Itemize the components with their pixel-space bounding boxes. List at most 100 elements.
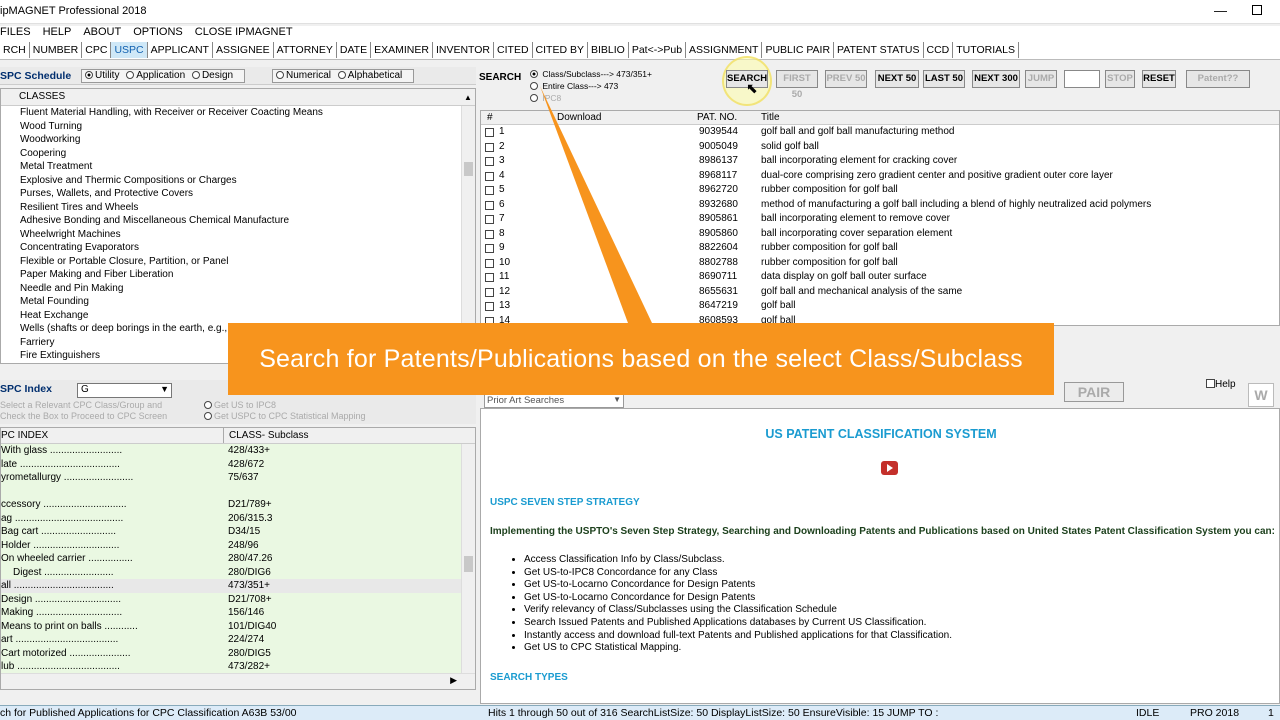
- index-row[interactable]: ag .....................................…: [1, 511, 475, 525]
- class-row[interactable]: Purses, Wallets, and Protective Covers: [1, 187, 475, 201]
- menu-about[interactable]: ABOUT: [83, 26, 121, 38]
- row-title[interactable]: rubber composition for golf ball: [761, 241, 898, 256]
- index-row[interactable]: Cart motorized ...................... 280…: [1, 646, 475, 660]
- row-patno[interactable]: 8905861: [699, 212, 738, 227]
- row-title[interactable]: ball incorporating element to remove cov…: [761, 212, 950, 227]
- class-row[interactable]: Heat Exchange: [1, 309, 475, 323]
- tab-attorney[interactable]: ATTORNEY: [274, 42, 337, 58]
- index-scrollbar[interactable]: [461, 444, 475, 673]
- row-title[interactable]: solid golf ball: [761, 140, 819, 155]
- tab-number[interactable]: NUMBER: [30, 42, 83, 58]
- index-row[interactable]: Means to print on balls ............ 101/…: [1, 619, 475, 633]
- class-row[interactable]: Explosive and Thermic Compositions or Ch…: [1, 174, 475, 188]
- row-checkbox[interactable]: [485, 171, 494, 181]
- row-title[interactable]: golf ball and golf ball manufacturing me…: [761, 125, 954, 140]
- row-checkbox[interactable]: [485, 287, 494, 297]
- class-row[interactable]: Wheelwright Machines: [1, 228, 475, 242]
- radio-uspc-cpc[interactable]: Get USPC to CPC Statistical Mapping: [204, 411, 366, 422]
- class-row[interactable]: Concentrating Evaporators: [1, 241, 475, 255]
- row-checkbox[interactable]: [485, 128, 494, 137]
- row-checkbox[interactable]: [485, 258, 494, 268]
- pair-button[interactable]: PAIR: [1064, 382, 1124, 402]
- row-title[interactable]: golf ball and mechanical analysis of the…: [761, 285, 962, 300]
- row-checkbox[interactable]: [485, 244, 494, 253]
- scroll-right-icon[interactable]: ▶: [450, 675, 457, 686]
- class-row[interactable]: Flexible or Portable Closure, Partition,…: [1, 255, 475, 269]
- radio-class-subclass[interactable]: Class/Subclass---> 473/351+: [530, 68, 652, 80]
- next-300-button[interactable]: NEXT 300: [972, 70, 1020, 88]
- row-patno[interactable]: 8968117: [699, 169, 737, 184]
- help-checkbox[interactable]: Help: [1206, 379, 1236, 390]
- row-checkbox[interactable]: [485, 200, 494, 210]
- index-row[interactable]: late ...................................…: [1, 457, 475, 471]
- row-patno[interactable]: 8932680: [699, 198, 738, 213]
- row-patno[interactable]: 8647219: [699, 299, 738, 314]
- scroll-thumb[interactable]: [464, 162, 473, 176]
- row-checkbox[interactable]: [485, 157, 494, 166]
- row-title[interactable]: rubber composition for golf ball: [761, 256, 898, 271]
- minimize-icon[interactable]: —: [1214, 3, 1227, 18]
- radio-design[interactable]: Design: [191, 70, 233, 81]
- menu-options[interactable]: OPTIONS: [133, 26, 183, 38]
- class-row[interactable]: Adhesive Bonding and Miscellaneous Chemi…: [1, 214, 475, 228]
- radio-us-ipc8[interactable]: Get US to IPC8: [204, 400, 366, 411]
- next-50-button[interactable]: NEXT 50: [875, 70, 919, 88]
- class-row[interactable]: Woodworking: [1, 133, 475, 147]
- prior-art-dropdown[interactable]: Prior Art Searches ▼: [484, 394, 624, 408]
- tab-pat-pub[interactable]: Pat<->Pub: [629, 42, 687, 58]
- row-title[interactable]: dual-core comprising zero gradient cente…: [761, 169, 1113, 184]
- row-title[interactable]: data display on golf ball outer surface: [761, 270, 927, 285]
- class-row[interactable]: Coopering: [1, 147, 475, 161]
- index-row[interactable]: ccessory .............................. D…: [1, 498, 475, 512]
- row-checkbox[interactable]: [485, 215, 494, 224]
- reset-button[interactable]: RESET: [1142, 70, 1176, 88]
- video-play-icon[interactable]: [881, 461, 898, 475]
- radio-utility[interactable]: Utility: [85, 70, 119, 81]
- index-row[interactable]: [1, 484, 475, 498]
- row-title[interactable]: method of manufacturing a golf ball incl…: [761, 198, 1151, 213]
- row-patno[interactable]: 8655631: [699, 285, 738, 300]
- row-checkbox[interactable]: [485, 142, 494, 152]
- tab-rch[interactable]: RCH: [0, 42, 30, 58]
- class-row[interactable]: Metal Founding: [1, 295, 475, 309]
- tab-date[interactable]: DATE: [337, 42, 372, 58]
- row-patno[interactable]: 8962720: [699, 183, 738, 198]
- tab-inventor[interactable]: INVENTOR: [433, 42, 495, 58]
- index-row[interactable]: Design ............................... D2…: [1, 592, 475, 606]
- tab-public-pair[interactable]: PUBLIC PAIR: [762, 42, 835, 58]
- class-row[interactable]: Needle and Pin Making: [1, 282, 475, 296]
- index-row[interactable]: Bag cart ........................... D34/…: [1, 525, 475, 539]
- radio-numerical[interactable]: Numerical: [276, 70, 331, 81]
- class-row[interactable]: Paper Making and Fiber Liberation: [1, 268, 475, 282]
- index-row[interactable]: Digest ......................... 280/DIG6: [1, 565, 475, 579]
- last-50-button[interactable]: LAST 50: [923, 70, 965, 88]
- tab-assignee[interactable]: ASSIGNEE: [213, 42, 274, 58]
- maximize-icon[interactable]: [1252, 5, 1262, 15]
- tab-cited-by[interactable]: CITED BY: [533, 42, 588, 58]
- row-title[interactable]: ball incorporating element for cracking …: [761, 154, 957, 169]
- tab-patent-status[interactable]: PATENT STATUS: [834, 42, 924, 58]
- tab-cpc[interactable]: CPC: [82, 42, 112, 58]
- index-row[interactable]: lub ....................................…: [1, 660, 475, 674]
- first-50-button[interactable]: FIRST 50: [776, 70, 818, 100]
- scroll-thumb[interactable]: [464, 556, 473, 572]
- row-checkbox[interactable]: [485, 273, 494, 282]
- prev-50-button[interactable]: PREV 50: [825, 70, 867, 88]
- index-select[interactable]: G ▼: [77, 383, 172, 398]
- index-row[interactable]: Holder ............................... 24…: [1, 538, 475, 552]
- tab-applicant[interactable]: APPLICANT: [148, 42, 213, 58]
- index-row[interactable]: Making ............................... 15…: [1, 606, 475, 620]
- tab-ccd[interactable]: CCD: [924, 42, 954, 58]
- tab-cited[interactable]: CITED: [494, 42, 533, 58]
- row-checkbox[interactable]: [485, 302, 494, 311]
- word-icon[interactable]: W: [1248, 383, 1274, 407]
- tab-uspc[interactable]: USPC: [111, 42, 148, 58]
- tab-tutorials[interactable]: TUTORIALS: [953, 42, 1019, 58]
- row-patno[interactable]: 8822604: [699, 241, 738, 256]
- index-row[interactable]: On wheeled carrier ................ 280/4…: [1, 552, 475, 566]
- menu-close-ipmagnet[interactable]: CLOSE IPMAGNET: [195, 26, 293, 38]
- class-row[interactable]: Wood Turning: [1, 120, 475, 134]
- row-patno[interactable]: 9005049: [699, 140, 738, 155]
- row-title[interactable]: ball incorporating cover separation elem…: [761, 227, 952, 242]
- row-patno[interactable]: 8905860: [699, 227, 738, 242]
